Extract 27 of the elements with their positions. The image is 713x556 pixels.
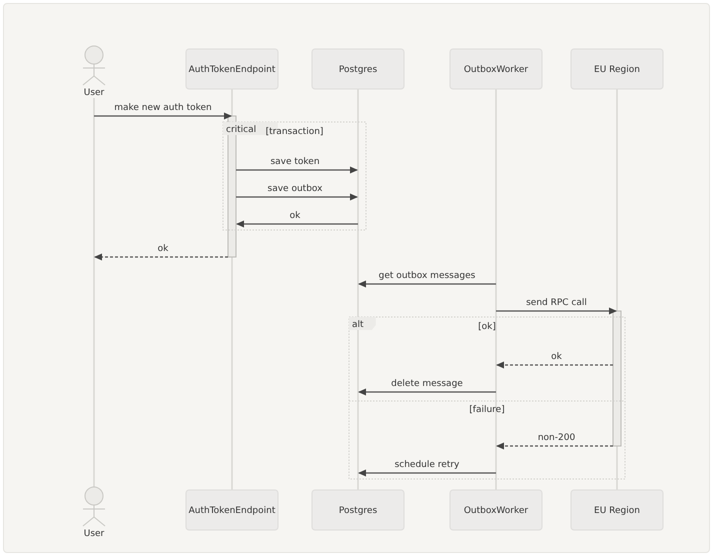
participant-box: OutboxWorker (450, 48, 542, 90)
message-label: delete message (391, 379, 463, 389)
actor-label: User (84, 88, 104, 98)
frame-condition: [ok] (478, 322, 496, 332)
message-label: save outbox (268, 184, 322, 194)
participant-box: AuthTokenEndpoint (186, 48, 278, 90)
message-label: ok (158, 244, 168, 254)
message-label: get outbox messages (378, 271, 476, 281)
participant-box: EU Region (570, 490, 664, 530)
participant-box: OutboxWorker (450, 490, 542, 530)
frame-condition: [transaction] (266, 127, 324, 137)
frame-label: alt (349, 317, 376, 330)
message-label: ok (551, 352, 562, 362)
message-label: non-200 (538, 433, 576, 443)
participant-box: EU Region (570, 48, 664, 90)
participant-box: AuthTokenEndpoint (186, 490, 278, 530)
message-label: schedule retry (394, 460, 460, 470)
message-label: ok (290, 211, 300, 221)
message-label: save token (270, 157, 320, 167)
actor-label: User (84, 529, 104, 539)
actor-icon (82, 486, 106, 526)
message-label: send RPC call (526, 298, 587, 308)
actor-icon (82, 46, 106, 86)
participant-box: Postgres (312, 48, 404, 90)
frame-condition: [failure] (469, 405, 505, 415)
participant-box: Postgres (312, 490, 404, 530)
message-label: make new auth token (114, 103, 212, 113)
